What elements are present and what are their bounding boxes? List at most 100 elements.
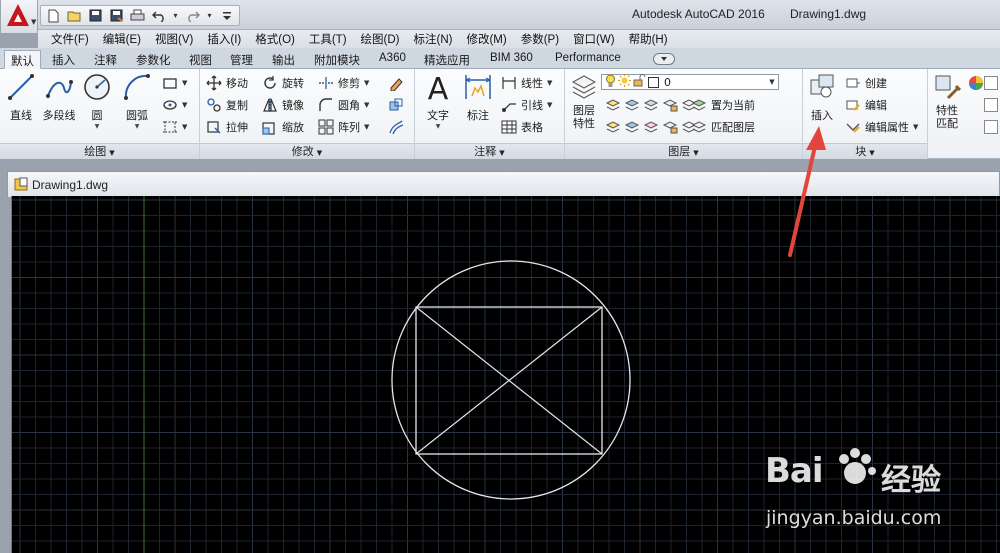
tab-bim360[interactable]: BIM 360 [484,50,539,69]
layer-properties-button[interactable]: 图层 特性 [567,72,601,130]
model-space[interactable] [12,196,1000,553]
erase-button[interactable] [388,74,404,92]
chevron-down-icon[interactable]: ▼ [421,123,455,131]
save-as-icon[interactable] [108,7,125,24]
layer-isolate-icon[interactable] [624,97,640,113]
menu-file[interactable]: 文件(F) [44,31,96,47]
modify-panel-title[interactable]: 修改 ▼ [200,143,414,159]
menu-format[interactable]: 格式(O) [248,31,302,47]
edit-block-button[interactable]: 编辑 [845,96,887,114]
edit-attributes-button[interactable]: 编辑属性 ▼ [845,118,918,136]
circle-button[interactable]: 圆 ▼ [80,72,114,131]
scale-button[interactable]: 缩放 [262,118,304,136]
hatch-button[interactable]: ▼ [162,96,187,114]
tab-a360[interactable]: A360 [373,50,412,69]
copy-button[interactable]: 复制 [206,96,248,114]
chevron-down-icon[interactable]: ▼ [182,123,187,131]
menu-modify[interactable]: 修改(M) [459,31,513,47]
chevron-down-icon[interactable]: ▼ [182,101,187,109]
offset-button[interactable] [388,118,404,136]
transparency-control[interactable] [984,118,998,136]
move-button[interactable]: 移动 [206,74,248,92]
fillet-button[interactable]: 圆角 ▼ [318,96,369,114]
undo-dropdown-icon[interactable]: ▾ [171,7,180,24]
layer-freeze-icon[interactable] [643,97,659,113]
tab-addins[interactable]: 附加模块 [308,50,366,69]
tab-parametric[interactable]: 参数化 [130,50,177,69]
set-current-button[interactable]: 置为当前 [691,96,755,114]
menu-insert[interactable]: 插入(I) [200,31,248,47]
rotate-button[interactable]: 旋转 [262,74,304,92]
tab-view[interactable]: 视图 [183,50,218,69]
text-button[interactable]: A 文字 ▼ [421,72,455,131]
mirror-button[interactable]: 镜像 [262,96,304,114]
tab-performance[interactable]: Performance [549,50,627,69]
chevron-down-icon[interactable]: ▼ [766,78,778,86]
chevron-down-icon[interactable]: ▼ [547,79,552,87]
stretch-button[interactable]: 拉伸 [206,118,248,136]
layer-thaw-icon[interactable] [643,119,659,135]
block-panel-title[interactable]: 块 ▼ [803,143,927,159]
new-icon[interactable] [45,7,62,24]
chevron-down-icon[interactable]: ▼ [120,123,154,131]
menu-edit[interactable]: 编辑(E) [96,31,148,47]
menu-parametric[interactable]: 参数(P) [514,31,566,47]
layer-on-icon[interactable] [605,119,621,135]
line-button[interactable]: 直线 [4,72,38,123]
layer-unisolate-icon[interactable] [624,119,640,135]
rectangle-button[interactable]: ▼ [162,74,187,92]
boundary-button[interactable]: ▼ [162,118,187,136]
leader-button[interactable]: 引线 ▼ [501,96,552,114]
tab-manage[interactable]: 管理 [224,50,259,69]
tab-featured-apps[interactable]: 精选应用 [418,50,476,69]
save-icon[interactable] [87,7,104,24]
tab-output[interactable]: 输出 [266,50,301,69]
polyline-button[interactable]: 多段线 [40,72,78,123]
layer-unlock-icon[interactable] [662,119,678,135]
annotation-panel-title[interactable]: 注释 ▼ [415,143,564,159]
color-control[interactable] [968,74,984,92]
menu-draw[interactable]: 绘图(D) [354,31,407,47]
document-tab[interactable]: Drawing1.dwg [7,171,1000,197]
layer-dropdown[interactable]: 0 ▼ [601,74,779,90]
chevron-down-icon[interactable]: ▼ [182,79,187,87]
explode-button[interactable] [388,96,404,114]
menu-help[interactable]: 帮助(H) [622,31,675,47]
tab-default[interactable]: 默认 [4,50,41,69]
chevron-down-icon[interactable]: ▼ [364,123,369,131]
layers-panel-title[interactable]: 图层 ▼ [565,143,802,159]
chevron-down-icon[interactable]: ▼ [364,79,369,87]
table-button[interactable]: 表格 [501,118,543,136]
print-icon[interactable] [129,7,146,24]
match-layer-button[interactable]: 匹配图层 [691,118,755,136]
redo-dropdown-icon[interactable]: ▾ [205,7,214,24]
menu-tools[interactable]: 工具(T) [302,31,354,47]
undo-icon[interactable] [150,7,167,24]
create-block-button[interactable]: 创建 [845,74,887,92]
match-properties-button[interactable]: 特性 匹配 [930,72,964,130]
trim-button[interactable]: 修剪 ▼ [318,74,369,92]
linetype-control[interactable] [984,96,998,114]
linear-button[interactable]: 线性 ▼ [501,74,552,92]
menu-dimension[interactable]: 标注(N) [407,31,460,47]
menu-view[interactable]: 视图(V) [148,31,200,47]
chevron-down-icon[interactable]: ▼ [80,123,114,131]
chevron-down-icon[interactable]: ▼ [364,101,369,109]
layer-off-icon[interactable] [605,97,621,113]
draw-panel-title[interactable]: 绘图 ▼ [0,143,199,159]
array-button[interactable]: 阵列 ▼ [318,118,369,136]
tab-insert[interactable]: 插入 [46,50,81,69]
ribbon-minimize-button[interactable] [653,53,675,65]
insert-block-button[interactable]: 插入 [805,72,839,123]
drawing-canvas[interactable] [11,196,1000,553]
chevron-down-icon[interactable]: ▼ [547,101,552,109]
lineweight-control[interactable] [984,74,998,92]
dimension-button[interactable]: 标注 [461,72,495,123]
arc-button[interactable]: 圆弧 ▼ [120,72,154,131]
redo-icon[interactable] [184,7,201,24]
application-menu-button[interactable]: ▼ [0,0,38,34]
customize-icon[interactable] [218,7,235,24]
tab-annotate[interactable]: 注释 [88,50,123,69]
open-icon[interactable] [66,7,83,24]
menu-window[interactable]: 窗口(W) [566,31,622,47]
